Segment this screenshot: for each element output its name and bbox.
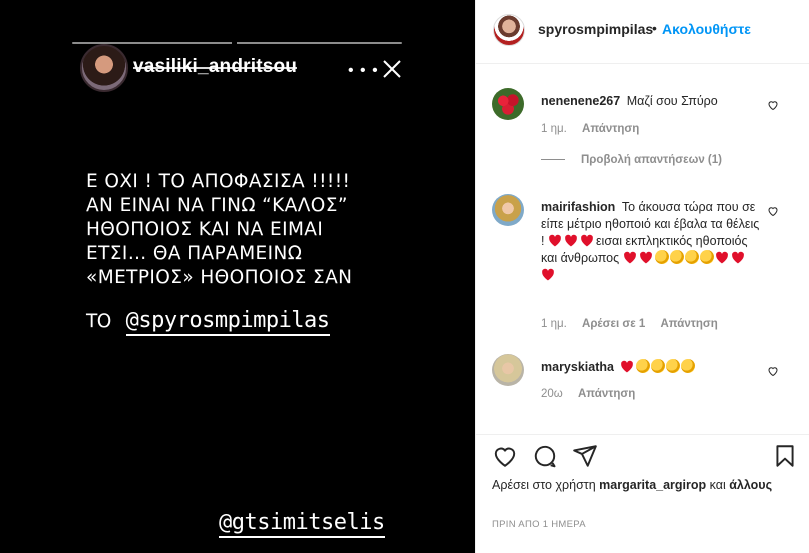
view-replies-button[interactable]: Προβολή απαντήσεων (1)	[541, 154, 722, 166]
clapping-hands-emoji-icon	[666, 359, 681, 373]
red-heart-emoji-icon	[542, 268, 554, 281]
separator-dot: •	[652, 20, 657, 36]
story-text-line: ΕΤΣΙ… ΘΑ ΠΑΡΑΜΕΙΝΩ	[86, 243, 303, 264]
clapping-hands-emoji-icon	[681, 359, 696, 373]
ellipsis-icon: • • •	[348, 62, 379, 79]
likes-summary: Αρέσει στο χρήστη margarita_argirop και …	[492, 478, 773, 492]
red-heart-emoji-icon	[715, 251, 728, 264]
follow-button[interactable]: Ακολουθήστε	[662, 21, 751, 37]
heart-icon[interactable]	[767, 205, 779, 217]
post-author-link[interactable]: spyrosmpimpilas	[538, 21, 653, 37]
post-timestamp[interactable]: ΠΡΙΝ ΑΠΟ 1 ΗΜΕΡΑ	[492, 519, 586, 530]
red-heart-emoji-icon	[731, 251, 744, 264]
story-text-line: Ε ΟΧΙ ! ΤΟ ΑΠΟΦΑΣΙΣΑ !!!!!	[86, 171, 351, 192]
story-username: vasiliki_andritsou	[133, 56, 298, 77]
story-progress-bar	[72, 42, 402, 44]
reply-button[interactable]: Απάντηση	[582, 123, 639, 135]
avatar[interactable]	[492, 354, 524, 386]
comment-username[interactable]: maryskiatha	[541, 360, 614, 374]
comment-age[interactable]: 1 ημ.	[541, 123, 567, 135]
avatar[interactable]	[492, 194, 524, 226]
story-mention-primary: ΤΟ @spyrosmpimpilas	[86, 308, 330, 336]
story-text-line: ΑΝ ΕΙΝΑΙ ΝΑ ΓΙΝΩ “ΚΑΛΟΣ”	[86, 195, 348, 216]
story-caption: Ε ΟΧΙ ! ΤΟ ΑΠΟΦΑΣΙΣΑ !!!!! ΑΝ ΕΙΝΑΙ ΝΑ Γ…	[86, 170, 376, 290]
story-text-line: ΗΘΟΠΟΙΟΣ ΚΑΙ ΝΑ ΕΙΜΑΙ	[86, 219, 324, 240]
clapping-hands-emoji-icon	[636, 359, 651, 373]
red-heart-emoji-icon	[621, 360, 634, 373]
close-icon	[383, 60, 401, 78]
story-text-line: «ΜΕΤΡΙΟΣ» ΗΘΟΠΟΙΟΣ ΣΑΝ	[86, 267, 353, 288]
reply-button[interactable]: Απάντηση	[660, 318, 717, 330]
comment-age[interactable]: 1 ημ.	[541, 318, 567, 330]
post-actions: Αρέσει στο χρήστη margarita_argirop και …	[476, 434, 809, 553]
story-avatar	[80, 44, 128, 92]
others-link[interactable]: άλλους	[729, 478, 772, 492]
comment-username[interactable]: mairifashion	[541, 200, 615, 214]
post-header: spyrosmpimpilas • Ακολουθήστε	[476, 0, 809, 64]
red-heart-emoji-icon	[549, 234, 561, 247]
clapping-hands-emoji-icon	[699, 250, 714, 264]
reply-button[interactable]: Απάντηση	[578, 388, 635, 400]
story-mention-secondary: @gtsimitselis	[219, 510, 385, 538]
avatar[interactable]	[493, 14, 525, 46]
comment-username[interactable]: nenenene267	[541, 94, 620, 108]
red-heart-emoji-icon	[581, 234, 593, 247]
share-icon[interactable]	[572, 443, 598, 469]
clapping-hands-emoji-icon	[654, 250, 669, 264]
comment-icon[interactable]	[532, 443, 558, 469]
heart-icon[interactable]	[767, 365, 779, 377]
avatar[interactable]	[492, 88, 524, 120]
heart-icon[interactable]	[767, 99, 779, 111]
liker-username[interactable]: margarita_argirop	[599, 478, 706, 492]
comment-likes-count[interactable]: Αρέσει σε 1	[582, 318, 645, 330]
comment-age[interactable]: 20ω	[541, 388, 563, 400]
clapping-hands-emoji-icon	[684, 250, 699, 264]
heart-icon[interactable]	[492, 443, 518, 469]
clapping-hands-emoji-icon	[669, 250, 684, 264]
red-heart-emoji-icon	[565, 234, 577, 247]
comments-panel: spyrosmpimpilas • Ακολουθήστε nenenene26…	[475, 0, 809, 553]
red-heart-emoji-icon	[623, 251, 636, 264]
story-image: vasiliki_andritsou • • • Ε ΟΧΙ ! ΤΟ ΑΠΟΦ…	[0, 0, 475, 553]
red-heart-emoji-icon	[639, 251, 652, 264]
clapping-hands-emoji-icon	[651, 359, 666, 373]
bookmark-icon[interactable]	[772, 443, 798, 469]
comment-list: nenenene267 Μαζί σου Σπύρο 1 ημ. Απάντησ…	[476, 64, 809, 434]
comment-text: Μαζί σου Σπύρο	[626, 94, 718, 108]
